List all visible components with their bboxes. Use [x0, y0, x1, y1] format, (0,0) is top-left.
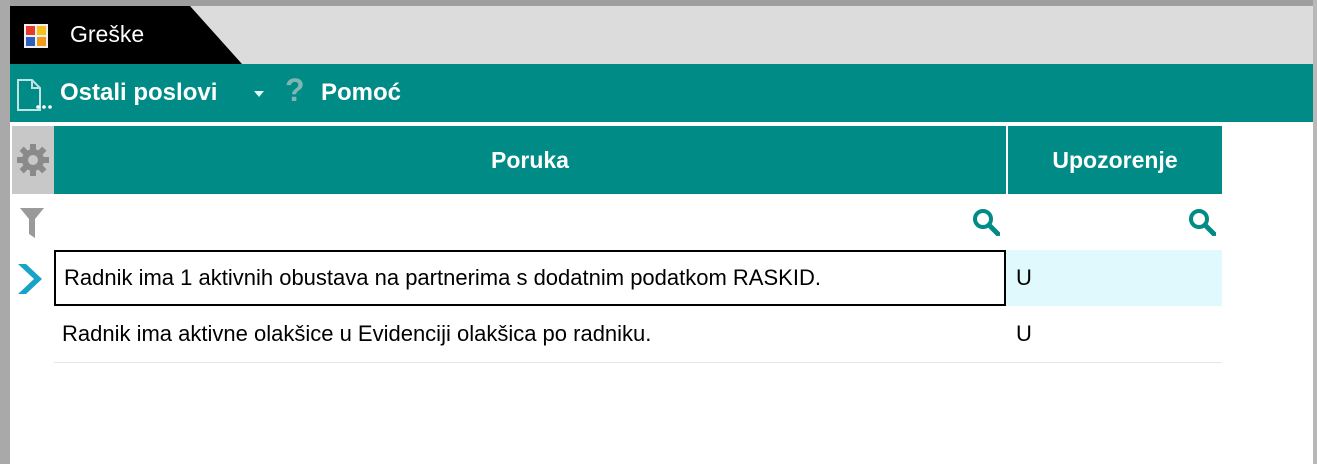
cell-poruka[interactable]: Radnik ima 1 aktivnih obustava na partne…: [54, 250, 1006, 306]
cell-text: U: [1016, 321, 1032, 346]
cell-poruka[interactable]: Radnik ima aktivne olakšice u Evidenciji…: [54, 306, 1006, 362]
grid-settings-button[interactable]: [12, 126, 54, 194]
other-jobs-label: Ostali poslovi: [60, 79, 218, 106]
column-header-upozorenje[interactable]: Upozorenje: [1008, 126, 1222, 194]
help-label: Pomoć: [321, 79, 402, 106]
table-row[interactable]: Radnik ima 1 aktivnih obustava na partne…: [54, 250, 1222, 307]
window-left-border: [0, 0, 10, 464]
window-right-border: [1313, 0, 1317, 464]
help-menu[interactable]: Pomoć: [321, 64, 401, 122]
other-jobs-menu[interactable]: Ostali poslovi: [60, 64, 217, 122]
filter-input-poruka[interactable]: [54, 194, 1006, 250]
tab-bar: Greške: [10, 6, 1313, 64]
filter-row: [12, 194, 1222, 250]
column-header-label: Upozorenje: [1052, 146, 1178, 173]
chevron-down-icon[interactable]: [254, 91, 264, 97]
tab-title: Greške: [70, 21, 145, 47]
toolbar: Ostali poslovi ? Pomoć: [10, 64, 1313, 122]
row-selector-arrow-icon: [18, 264, 42, 294]
table-row[interactable]: Radnik ima aktivne olakšice u Evidenciji…: [54, 306, 1222, 363]
cell-text: Radnik ima aktivne olakšice u Evidenciji…: [62, 321, 652, 346]
filter-icon: [20, 208, 44, 238]
cell-upozorenje[interactable]: U: [1016, 250, 1216, 306]
cell-text: Radnik ima 1 aktivnih obustava na partne…: [64, 265, 821, 290]
app-icon: [24, 24, 48, 48]
document-icon: [17, 79, 52, 111]
cell-upozorenje[interactable]: U: [1016, 306, 1216, 362]
tab-greske[interactable]: Greške: [10, 6, 242, 64]
column-header-label: Poruka: [491, 146, 569, 173]
help-icon[interactable]: ?: [285, 72, 305, 109]
window: Greške Ostali poslovi ? Pomoć Poruka Upo…: [0, 0, 1317, 464]
search-icon[interactable]: [1188, 208, 1216, 236]
gear-icon: [17, 144, 49, 176]
cell-text: U: [1016, 265, 1032, 290]
column-header-poruka[interactable]: Poruka: [54, 126, 1006, 194]
search-icon[interactable]: [972, 208, 1000, 236]
